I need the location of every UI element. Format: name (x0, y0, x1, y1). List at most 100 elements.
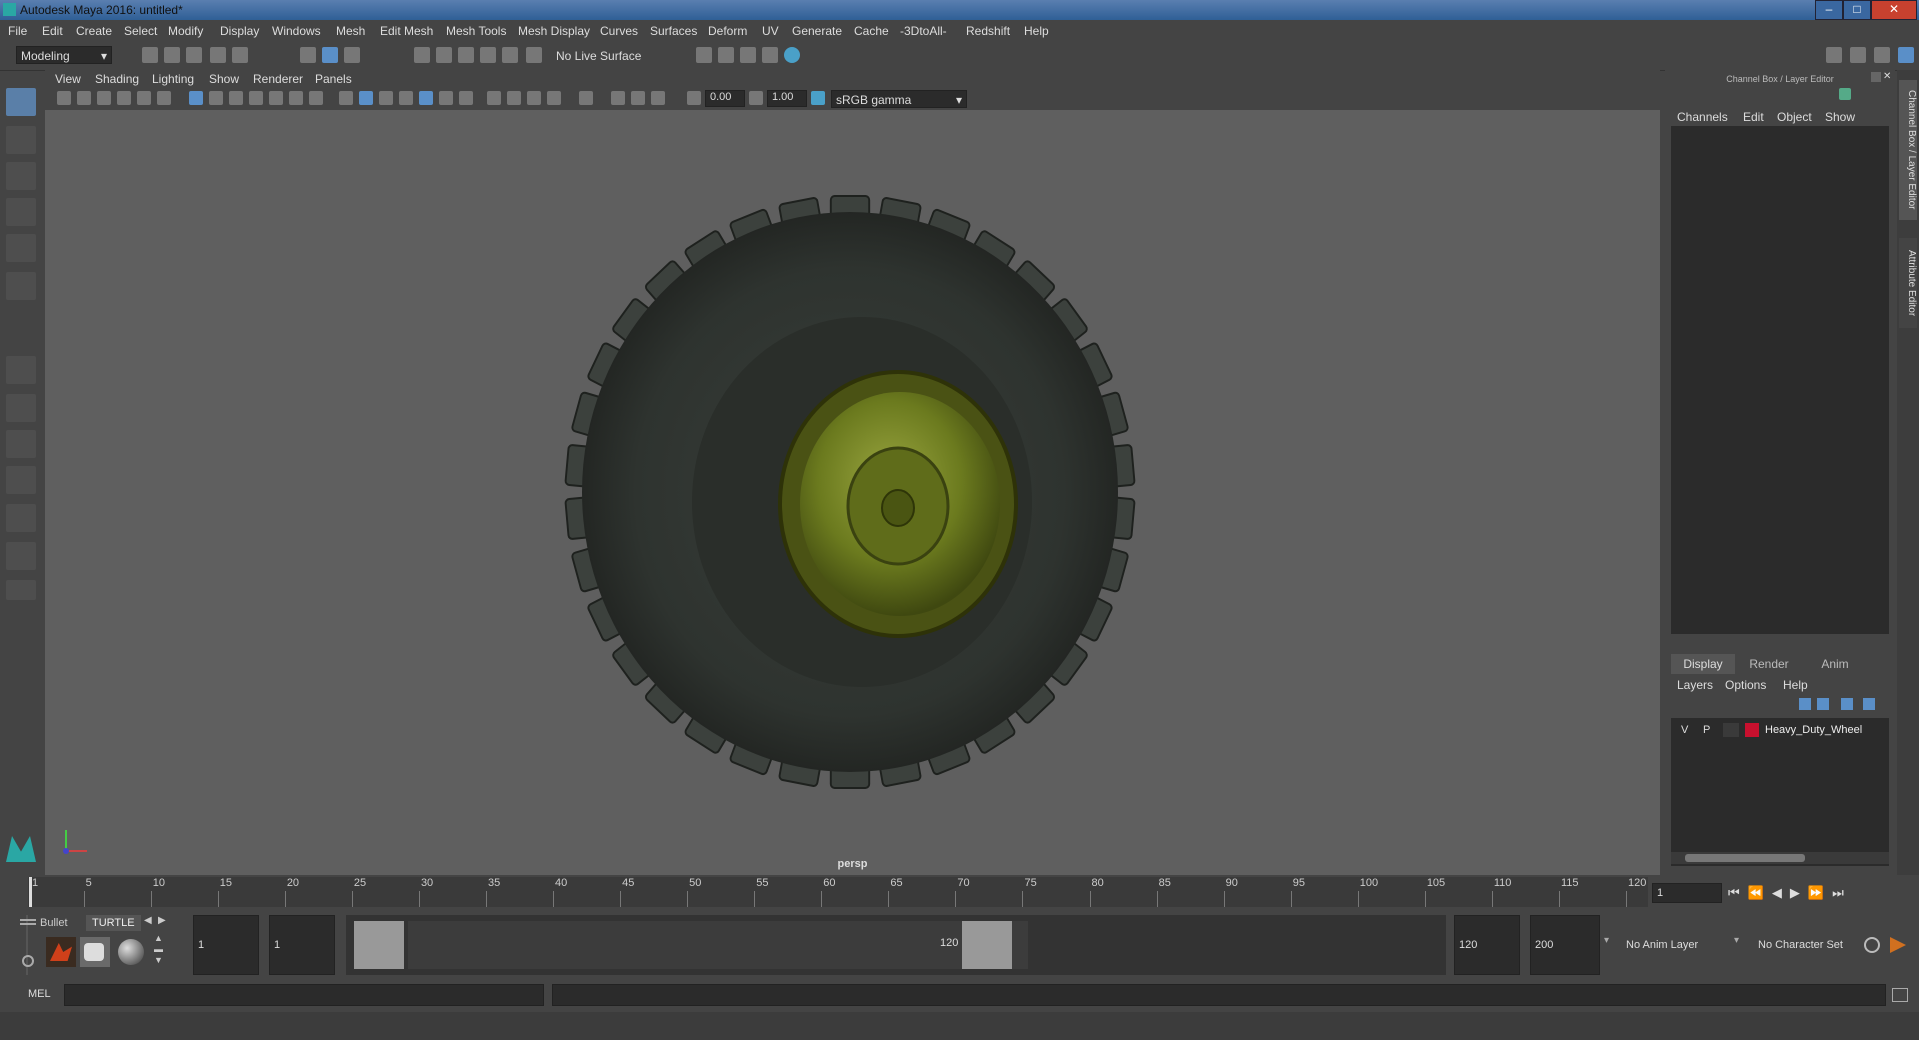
anti-aliasing-icon[interactable] (527, 91, 541, 105)
render-view-icon[interactable] (762, 47, 778, 63)
current-frame-field[interactable]: 1 (1652, 883, 1722, 903)
menu-generate[interactable]: Generate (792, 24, 842, 38)
menu-edit[interactable]: Edit (42, 24, 63, 38)
select-by-component-icon[interactable] (344, 47, 360, 63)
live-surface-label[interactable]: No Live Surface (556, 49, 641, 63)
chevron-down-icon[interactable]: ▾ (1604, 935, 1609, 946)
panel-menu-view[interactable]: View (55, 72, 81, 86)
command-language-label[interactable]: MEL (28, 988, 51, 1000)
four-view-layout-icon[interactable] (6, 394, 36, 422)
gamma-field[interactable]: 1.00 (767, 90, 807, 107)
wireframe-icon[interactable] (339, 91, 353, 105)
layer-color-swatch[interactable] (1745, 723, 1759, 737)
menu-uv[interactable]: UV (762, 24, 779, 38)
close-panel-icon[interactable]: ✕ (1883, 72, 1893, 82)
character-set-selector[interactable]: No Character Set (1752, 915, 1862, 975)
render-settings-shelf-icon[interactable] (80, 937, 110, 967)
layer-name[interactable]: Heavy_Duty_Wheel (1765, 724, 1862, 736)
time-slider[interactable]: 1 5 10 15 20 25 30 35 40 45 50 55 60 65 70 75 80 85 90 95 10… (0, 875, 1919, 911)
persp-graph-layout-icon[interactable] (6, 430, 36, 458)
menu-mesh-tools[interactable]: Mesh Tools (446, 24, 506, 38)
step-back-key-icon[interactable]: ⏪ (1748, 885, 1772, 900)
menu-redshift[interactable]: Redshift (966, 24, 1010, 38)
scale-tool-icon[interactable] (6, 272, 36, 300)
menu-file[interactable]: File (8, 24, 27, 38)
textured-icon[interactable] (419, 91, 433, 105)
close-icon[interactable]: ✕ (1871, 0, 1917, 20)
new-scene-icon[interactable] (142, 47, 158, 63)
channel-box-area[interactable] (1671, 126, 1889, 634)
panel-menu-shading[interactable]: Shading (95, 72, 139, 86)
mode-selector[interactable]: Modeling ▾ (16, 46, 112, 64)
resolution-gate-icon[interactable] (229, 91, 243, 105)
hypershade-icon[interactable] (784, 47, 800, 63)
snap-grid-icon[interactable] (414, 47, 430, 63)
backface-culling-icon[interactable] (651, 91, 665, 105)
float-panel-icon[interactable] (1871, 72, 1881, 82)
move-tool-icon[interactable] (6, 198, 36, 226)
single-perspective-layout-icon[interactable] (6, 356, 36, 384)
menu-3dtoall[interactable]: -3DtoAll- (900, 24, 947, 38)
isolate-select-icon[interactable] (579, 91, 593, 105)
shelf-scroll-left-icon[interactable]: ◀ (144, 915, 152, 926)
ipr-render-icon[interactable] (740, 47, 756, 63)
exposure-field[interactable]: 0.00 (705, 90, 745, 107)
select-tool-icon[interactable] (6, 88, 36, 116)
new-layer-selected-icon[interactable] (1863, 698, 1875, 710)
gate-mask-icon[interactable] (249, 91, 263, 105)
color-management-icon[interactable] (811, 91, 825, 105)
range-slider[interactable]: 1 120 (346, 915, 1446, 975)
shelf-menu-icon[interactable] (20, 915, 36, 927)
outliner-layout-icon[interactable] (6, 504, 36, 532)
play-forward-icon[interactable]: ▶ (1790, 885, 1808, 900)
shelf-scroll-right-icon[interactable]: ▶ (158, 915, 166, 926)
menu-deform[interactable]: Deform (708, 24, 747, 38)
snap-vertex-icon[interactable] (526, 47, 542, 63)
menu-mesh[interactable]: Mesh (336, 24, 365, 38)
custom-layout-icon[interactable] (6, 580, 36, 600)
menu-create[interactable]: Create (76, 24, 112, 38)
go-to-end-icon[interactable]: ⏭ (1832, 885, 1852, 900)
menu-mesh-display[interactable]: Mesh Display (518, 24, 590, 38)
layer-scrollbar[interactable] (1671, 852, 1889, 864)
step-forward-key-icon[interactable]: ⏩ (1808, 885, 1832, 900)
grid-toggle-icon[interactable] (189, 91, 203, 105)
menu-display[interactable]: Display (220, 24, 259, 38)
image-plane-icon[interactable] (117, 91, 131, 105)
tab-display[interactable]: Display (1671, 654, 1735, 674)
hypershade-layout-icon[interactable] (6, 542, 36, 570)
maximize-icon[interactable]: □ (1843, 0, 1871, 20)
panel-menu-renderer[interactable]: Renderer (253, 72, 303, 86)
fire-shelf-icon[interactable] (46, 937, 76, 967)
range-end-handle[interactable] (962, 921, 1012, 969)
lasso-tool-icon[interactable] (6, 126, 36, 154)
move-layer-up-icon[interactable] (1799, 698, 1811, 710)
snap-point-icon[interactable] (458, 47, 474, 63)
help-menu[interactable]: Help (1783, 678, 1808, 692)
menu-select[interactable]: Select (124, 24, 157, 38)
grease-pencil-icon[interactable] (157, 91, 171, 105)
layer-type-toggle[interactable] (1723, 723, 1739, 737)
snap-view-plane-icon[interactable] (480, 47, 496, 63)
select-by-hierarchy-icon[interactable] (300, 47, 316, 63)
anim-layer-selector[interactable]: No Anim Layer (1620, 915, 1714, 975)
tab-attribute-editor[interactable]: Attribute Editor (1899, 238, 1917, 328)
playback-end-field[interactable]: 120 (1454, 915, 1520, 975)
view-transform-selector[interactable]: sRGB gamma ▾ (831, 90, 967, 108)
channels-menu[interactable]: Channels (1677, 110, 1728, 124)
chevron-down-icon[interactable]: ▾ (1734, 935, 1739, 946)
persp-outliner-layout-icon[interactable] (6, 466, 36, 494)
panel-menu-panels[interactable]: Panels (315, 72, 352, 86)
range-start-handle[interactable] (354, 921, 404, 969)
auto-key-icon[interactable] (1864, 937, 1880, 953)
shelf-tab-bullet[interactable]: Bullet (40, 917, 68, 929)
sphere-shelf-icon[interactable] (116, 937, 146, 967)
timeline-ruler[interactable]: 1 5 10 15 20 25 30 35 40 45 50 55 60 65 70 75 80 85 90 95 10… (28, 877, 1648, 907)
menu-edit-mesh[interactable]: Edit Mesh (380, 24, 433, 38)
object-menu[interactable]: Object (1777, 110, 1812, 124)
layer-visibility-toggle[interactable]: V (1681, 724, 1688, 736)
layer-playback-toggle[interactable]: P (1703, 724, 1710, 736)
xray-icon[interactable] (399, 91, 413, 105)
render-settings-icon[interactable] (696, 47, 712, 63)
shadows-icon[interactable] (459, 91, 473, 105)
